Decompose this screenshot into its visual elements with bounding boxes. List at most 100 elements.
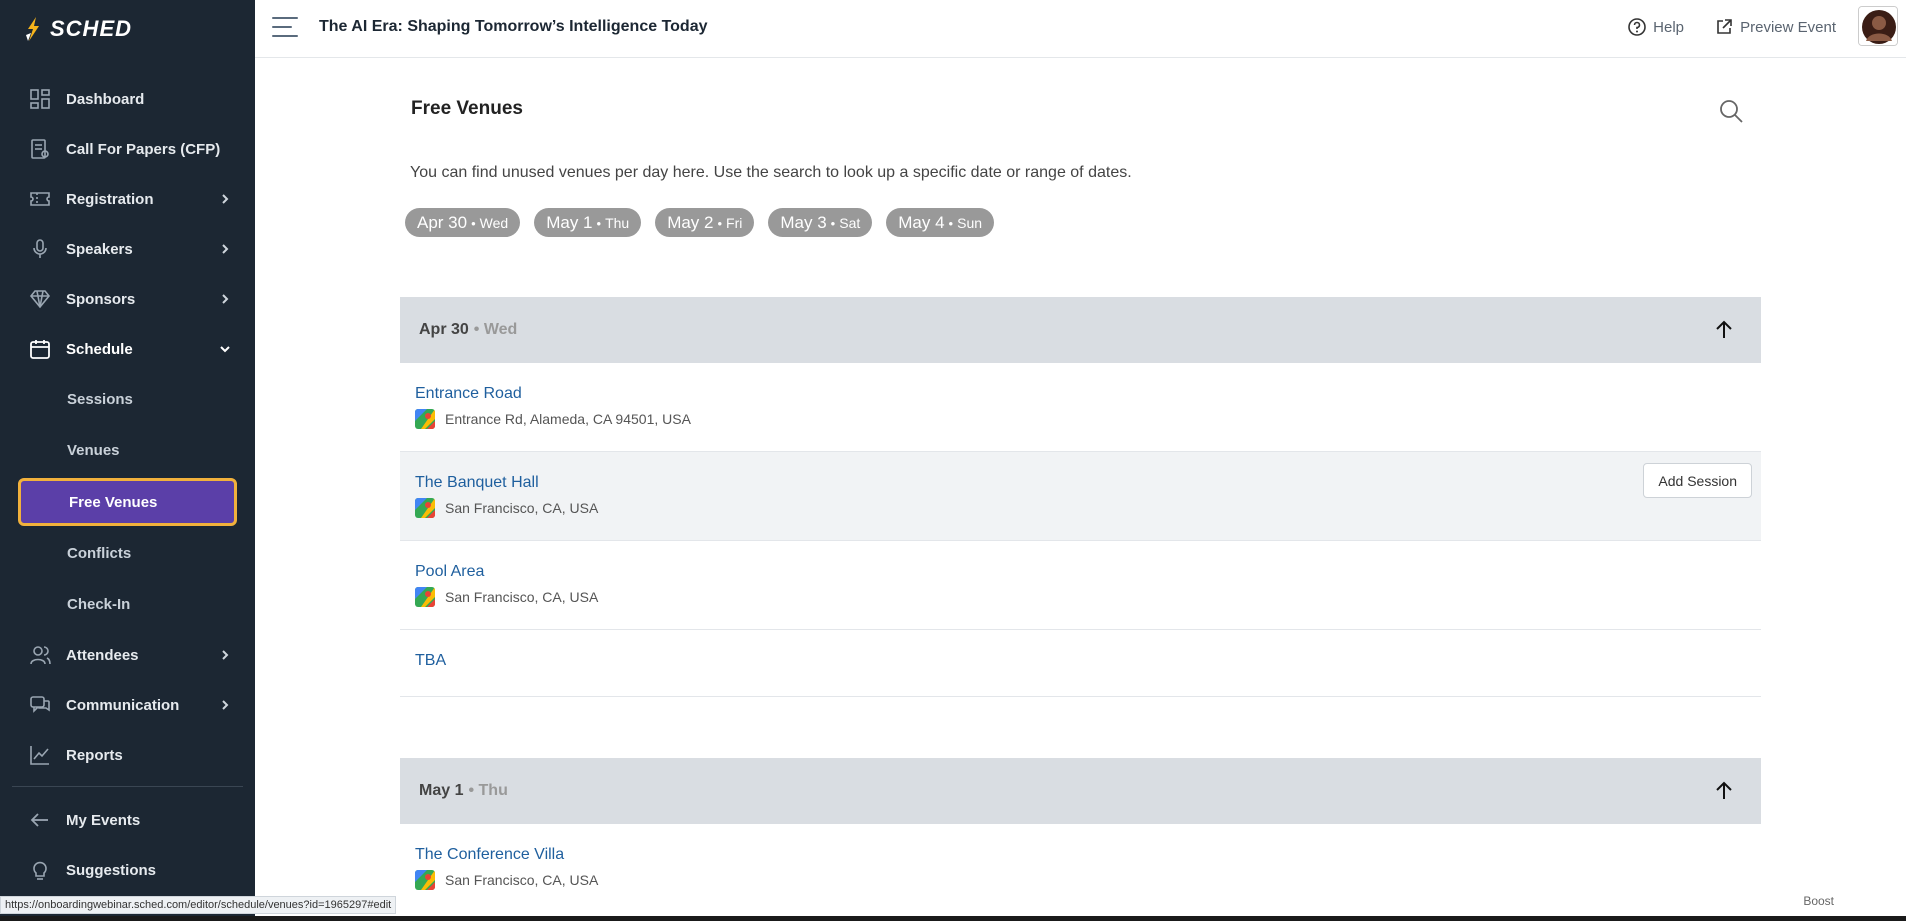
venue-row: Pool Area San Francisco, CA, USA: [400, 541, 1761, 630]
sidebar-subitem-free-venues[interactable]: Free Venues: [18, 478, 237, 526]
venue-address-text: San Francisco, CA, USA: [445, 872, 599, 888]
ticket-icon: [28, 187, 52, 211]
hamburger-line: [272, 35, 298, 37]
sidebar-divider: [12, 786, 243, 787]
cfp-icon: [28, 137, 52, 161]
sidebar-subitem-conflicts[interactable]: Conflicts: [0, 528, 255, 579]
chip-date: Apr 30: [417, 213, 468, 232]
date-chip[interactable]: May 2 • Fri: [655, 208, 755, 237]
sidebar-item-label: Schedule: [66, 340, 133, 358]
sidebar-item-label: Suggestions: [66, 861, 157, 879]
external-link-icon: [1717, 19, 1732, 34]
sidebar-item-cfp[interactable]: Call For Papers (CFP): [0, 124, 255, 174]
venue-name-link[interactable]: Entrance Road: [415, 385, 522, 403]
add-session-button[interactable]: Add Session: [1643, 463, 1752, 498]
search-icon: [1720, 100, 1743, 123]
day-section-header[interactable]: Apr 30 • Wed: [400, 297, 1761, 363]
sidebar-item-reports[interactable]: Reports: [0, 730, 255, 780]
sidebar-item-sponsors[interactable]: Sponsors: [0, 274, 255, 324]
chip-separator: •: [948, 216, 954, 231]
sidebar-subitem-check-in[interactable]: Check-In: [0, 579, 255, 630]
section-date: May 1: [419, 782, 464, 799]
sched-logo-icon: [26, 17, 39, 41]
hamburger-line: [272, 17, 298, 19]
venue-address: Entrance Rd, Alameda, CA 94501, USA: [415, 409, 691, 429]
sidebar-item-registration[interactable]: Registration: [0, 174, 255, 224]
venue-address: San Francisco, CA, USA: [415, 870, 598, 890]
date-chip[interactable]: May 3 • Sat: [768, 208, 873, 237]
day-section-header[interactable]: May 1 • Thu: [400, 758, 1761, 824]
google-maps-icon[interactable]: [415, 587, 435, 607]
venue-name-link[interactable]: Pool Area: [415, 563, 484, 581]
venue-row: TBA: [400, 630, 1761, 697]
bottom-strip: [0, 916, 1906, 921]
chart-icon: [28, 743, 52, 767]
lightbulb-icon: [28, 858, 52, 882]
help-label: Help: [1653, 18, 1684, 36]
date-chip[interactable]: Apr 30 • Wed: [405, 208, 521, 237]
search-button[interactable]: [1718, 98, 1744, 124]
venue-address-text: San Francisco, CA, USA: [445, 500, 599, 516]
sidebar-item-dashboard[interactable]: Dashboard: [0, 74, 255, 124]
chip-separator: •: [471, 216, 476, 231]
arrow-up-icon[interactable]: [1713, 319, 1735, 341]
sidebar-item-label: Speakers: [66, 240, 133, 258]
sidebar-subitem-venues[interactable]: Venues: [0, 425, 255, 476]
boost-label[interactable]: Boost: [1803, 894, 1834, 908]
arrow-up-icon[interactable]: [1713, 780, 1735, 802]
help-link[interactable]: Help: [1627, 17, 1684, 37]
sidebar-item-attendees[interactable]: Attendees: [0, 630, 255, 680]
sidebar-item-schedule[interactable]: Schedule: [0, 324, 255, 374]
calendar-icon: [28, 337, 52, 361]
section-dow: • Thu: [468, 782, 508, 799]
sidebar-item-speakers[interactable]: Speakers: [0, 224, 255, 274]
chip-dow: Thu: [605, 215, 630, 231]
intro-text: You can find unused venues per day here.…: [410, 164, 1132, 181]
chip-dow: Fri: [726, 215, 743, 231]
google-maps-icon[interactable]: [415, 409, 435, 429]
preview-event-link[interactable]: Preview Event: [1714, 17, 1836, 37]
sidebar-item-label: My Events: [66, 811, 141, 829]
chip-dow: Sun: [957, 215, 983, 231]
chip-date: May 3: [780, 213, 827, 232]
microphone-icon: [28, 237, 52, 261]
chevron-right-icon: [222, 294, 229, 304]
date-chip[interactable]: May 1 • Thu: [534, 208, 642, 237]
chevron-right-icon: [222, 650, 229, 660]
google-maps-icon[interactable]: [415, 498, 435, 518]
chip-separator: •: [717, 216, 723, 231]
venue-row: The Conference Villa San Francisco, CA, …: [400, 824, 1761, 902]
sidebar-item-communication[interactable]: Communication: [0, 680, 255, 730]
sched-logo[interactable]: SCHED: [22, 14, 132, 44]
sidebar-item-label: Sponsors: [66, 290, 136, 308]
chevron-right-icon: [222, 700, 229, 710]
google-maps-icon[interactable]: [415, 870, 435, 890]
top-bar: The AI Era: Shaping Tomorrow’s Intellige…: [255, 0, 1906, 58]
sidebar-item-label: Communication: [66, 696, 180, 714]
preview-event-label: Preview Event: [1740, 18, 1836, 36]
venue-name-link[interactable]: TBA: [415, 652, 446, 670]
venue-row: Entrance Road Entrance Rd, Alameda, CA 9…: [400, 363, 1761, 452]
sidebar-nav: Dashboard Call For Papers (CFP) Registra…: [0, 74, 255, 895]
main-content: Free Venues You can find unused venues p…: [255, 58, 1906, 921]
sidebar-subitem-sessions[interactable]: Sessions: [0, 374, 255, 425]
venue-address: San Francisco, CA, USA: [415, 498, 598, 518]
sidebar-item-my-events[interactable]: My Events: [0, 795, 255, 845]
diamond-icon: [28, 287, 52, 311]
chevron-right-icon: [222, 194, 229, 204]
chip-separator: •: [830, 216, 836, 231]
chip-date: May 1: [546, 213, 593, 232]
logo-text: SCHED: [50, 16, 133, 41]
date-chip[interactable]: May 4 • Sun: [886, 208, 995, 237]
user-avatar[interactable]: [1858, 6, 1898, 46]
hamburger-line: [272, 26, 292, 28]
venue-name-link[interactable]: The Banquet Hall: [415, 474, 539, 492]
chat-icon: [28, 693, 52, 717]
sidebar-item-label: Call For Papers (CFP): [66, 140, 221, 158]
page-title: Free Venues: [411, 98, 523, 119]
menu-toggle-button[interactable]: [272, 17, 298, 39]
arrow-left-icon: [28, 808, 52, 832]
venue-name-link[interactable]: The Conference Villa: [415, 846, 564, 864]
sidebar-item-suggestions[interactable]: Suggestions: [0, 845, 255, 895]
chip-separator: •: [596, 216, 602, 231]
